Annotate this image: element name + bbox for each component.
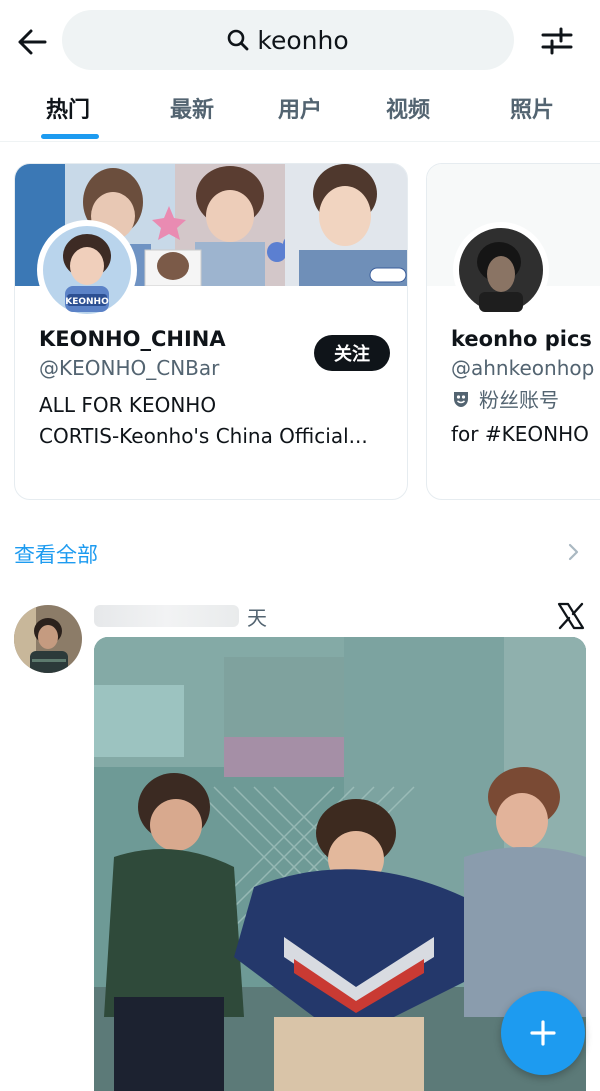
blurred-author-name (94, 605, 239, 627)
search-query: keonho (257, 25, 349, 55)
tab-videos[interactable]: 视频 (386, 92, 430, 124)
plus-icon (530, 1020, 556, 1046)
avatar[interactable]: KEONHO (37, 220, 137, 320)
avatar[interactable] (453, 222, 549, 318)
see-all-link[interactable]: 查看全部 (14, 539, 98, 569)
tab-latest[interactable]: 最新 (170, 92, 214, 124)
search-filter-button[interactable] (536, 20, 578, 62)
user-bio-line: CORTIS-Keonho's China Official... (39, 424, 368, 448)
search-input[interactable]: keonho (62, 10, 514, 70)
chevron-right-icon[interactable] (566, 542, 580, 562)
user-bio-line: ALL FOR KEONHO (39, 393, 217, 417)
search-icon (228, 29, 249, 51)
active-tab-indicator (41, 134, 99, 139)
follow-button[interactable]: 关注 (314, 335, 390, 371)
avatar-caption: KEONHO (65, 297, 109, 307)
user-name: KEONHO_CHINA (39, 327, 226, 351)
post-author-avatar[interactable] (14, 605, 82, 673)
x-logo-icon (557, 602, 585, 630)
back-button[interactable] (12, 22, 52, 62)
user-name: keonho pics (451, 327, 592, 351)
user-card[interactable]: KEONHO KEONHO_CHINA @KEONHO_CNBar 关注 ALL… (14, 163, 408, 500)
fan-account-badge: 粉丝账号 (451, 384, 559, 413)
theater-mask-icon (454, 391, 468, 407)
search-tabs: 热门 最新 用户 视频 照片 (0, 80, 600, 142)
top-bar: keonho (0, 0, 600, 80)
compose-button[interactable] (501, 991, 585, 1075)
user-bio-line: for #KEONHO (451, 422, 589, 446)
sliders-icon (541, 27, 573, 55)
fan-badge-label: 粉丝账号 (479, 388, 559, 412)
user-handle: @ahnkeonhop (451, 356, 595, 380)
user-card[interactable]: keonho pics @ahnkeonhop 粉丝账号 for #KEONHO (426, 163, 600, 500)
post-time: 天 (247, 605, 267, 630)
post-meta: 天 (94, 600, 267, 632)
tab-people[interactable]: 用户 (278, 92, 322, 124)
tab-photos[interactable]: 照片 (510, 92, 554, 124)
arrow-left-icon (18, 29, 47, 55)
user-handle: @KEONHO_CNBar (39, 356, 220, 380)
tab-top[interactable]: 热门 (46, 92, 90, 124)
